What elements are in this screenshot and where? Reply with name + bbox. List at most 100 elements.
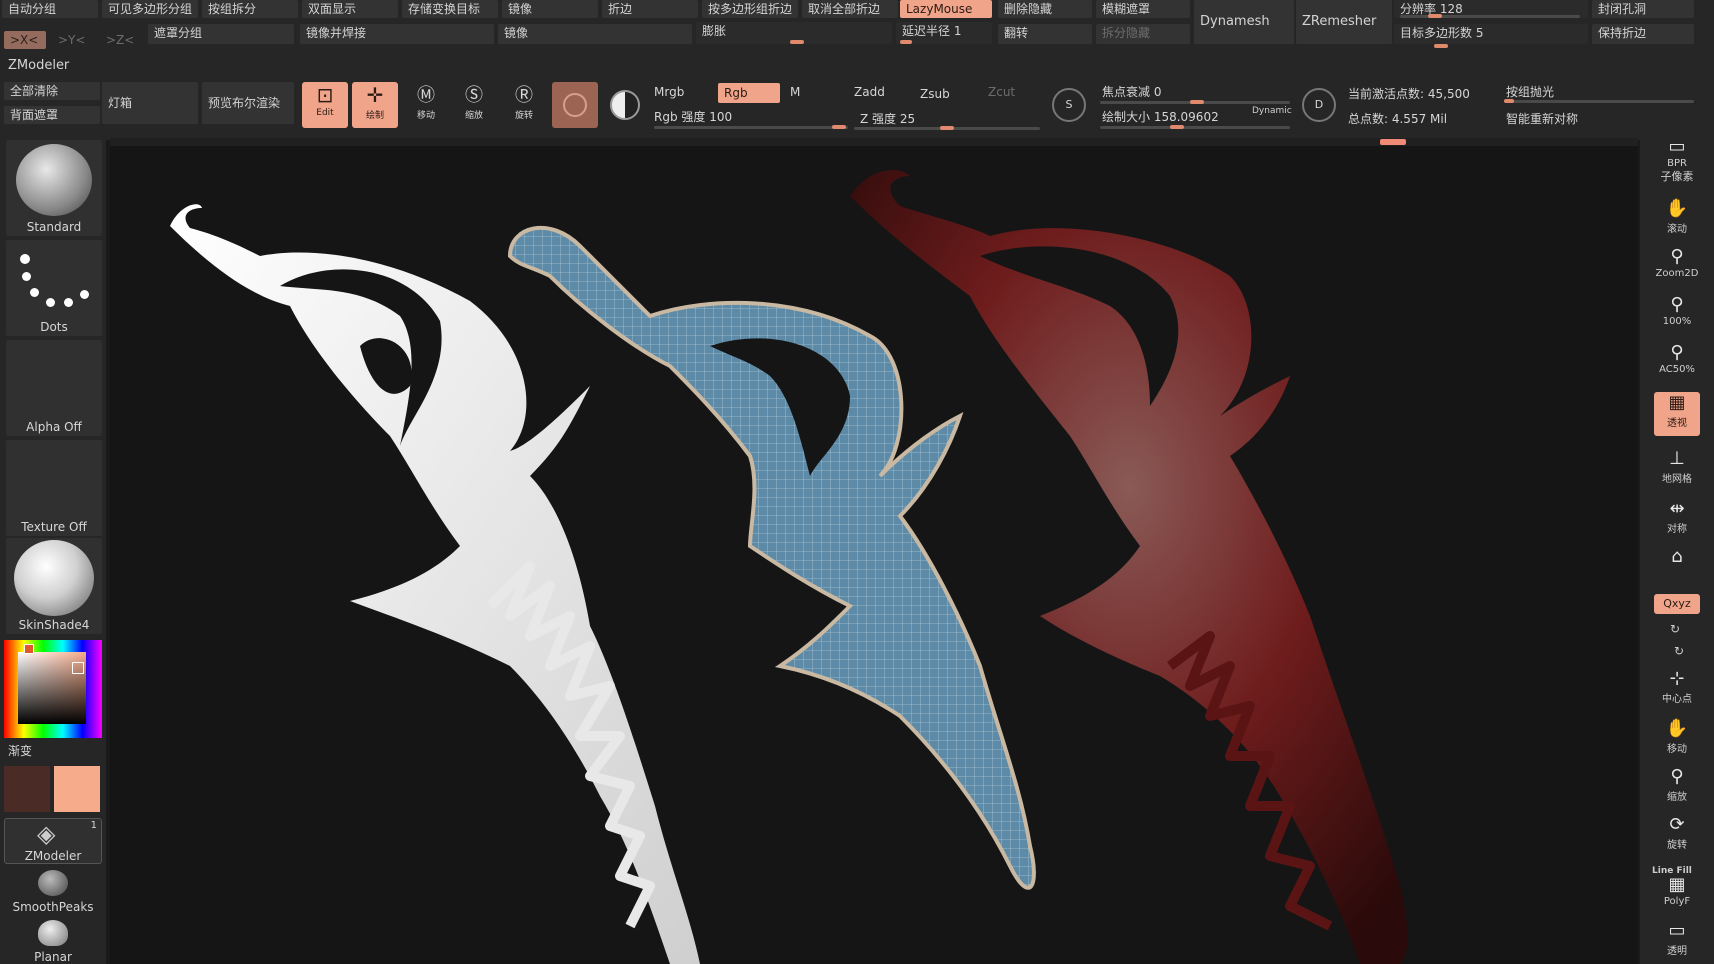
store-morph-button[interactable]: 存储变换目标 [402,0,498,18]
lightbox-button[interactable]: 灯箱 [102,82,198,124]
ac50-icon: ⚲ [1670,342,1684,363]
subpixel-button[interactable]: 子像素 [1654,168,1700,186]
split-hidden-button[interactable]: 拆分隐藏 [1096,24,1190,44]
mirror-button[interactable]: 镜像 [502,0,598,18]
zoom-view-button[interactable]: ⚲ 缩放 [1654,766,1700,806]
zmodeler-brush-button[interactable]: ◈ 1 ZModeler [4,818,102,864]
zoom100-button[interactable]: ⚲ 100% [1654,294,1700,334]
zoom-view-icon: ⚲ [1670,766,1684,787]
sym-z-button[interactable]: >Z< [100,31,142,49]
subpixel-icon: 子像素 [1660,170,1694,183]
planar-brush-button[interactable]: Planar [4,918,102,964]
canvas-scroll-strip[interactable] [110,138,1638,146]
zoom2d-button[interactable]: ⚲ Zoom2D [1654,246,1700,286]
polyf-icon: ▦ [1668,874,1686,895]
mrgb-button[interactable]: Mrgb [654,85,684,99]
mirror-button-2[interactable]: 镜像 [498,24,692,44]
bpr-preview-button[interactable]: 预览布尔渲染 [202,82,294,124]
zoom2d-icon: ⚲ [1670,246,1684,267]
smoothpeaks-brush-button[interactable]: SmoothPeaks [4,868,102,914]
canvas-scroll-handle[interactable] [1380,139,1406,145]
zadd-button[interactable]: Zadd [854,85,885,99]
gradient-label[interactable]: 渐变 [8,742,32,759]
groups-visible-button[interactable]: 可见多边形分组 [102,0,198,18]
ac50-button[interactable]: ⚲ AC50% [1654,342,1700,382]
canvas-viewport[interactable] [110,146,1638,964]
secondary-color-swatch[interactable] [4,766,50,812]
double-button[interactable]: 双面显示 [302,0,398,18]
color-marker-icon[interactable] [72,662,84,674]
scale-mode-button[interactable]: Ⓢ 缩放 [452,84,496,128]
texture-slot[interactable]: Texture Off [6,440,102,536]
perspective-button[interactable]: ▦ 透视 [1654,392,1700,436]
zcut-button[interactable]: Zcut [988,85,1015,99]
zremesher-button[interactable]: ZRemesher [1296,0,1392,44]
stroke-slot[interactable]: Dots [6,240,102,336]
total-points-readout: 总点数: 4.557 Mil [1348,112,1448,126]
alpha-slot[interactable]: Alpha Off [6,340,102,436]
blur-mask-button[interactable]: 模糊遮罩 [1096,0,1190,18]
rotate-mode-button[interactable]: Ⓡ 旋转 [502,84,546,128]
zmodeler-cube-icon: ◈ [37,820,56,848]
main-color-swatch[interactable] [54,766,100,812]
transparent-button[interactable]: ▭ 透明 [1654,920,1700,960]
brush-slot[interactable]: Standard [6,140,102,236]
rotate-z-icon[interactable]: ↻ [1674,644,1684,658]
center-button[interactable]: ⊹ 中心点 [1654,668,1700,708]
zsub-button[interactable]: Zsub [920,87,950,101]
draw-button[interactable]: ✛ 绘制 [352,82,398,128]
sym-y-button[interactable]: >Y< [52,31,94,49]
rotate-view-button[interactable]: ⟳ 旋转 [1654,814,1700,854]
crease-button[interactable]: 折边 [602,0,698,18]
flip-button[interactable]: 翻转 [998,24,1092,44]
color-picker[interactable] [4,640,102,738]
crease-pg-button[interactable]: 按多边形组折边 [702,0,798,18]
auto-groups-button[interactable]: 自动分组 [2,0,98,18]
move-view-icon: ✋ [1665,718,1689,739]
rotate-y-icon[interactable]: ↻ [1670,622,1680,636]
close-holes-button[interactable]: 封闭孔洞 [1592,0,1694,18]
edit-button[interactable]: ⊡ Edit [302,82,348,128]
symmetry-button[interactable]: ⇹ 对称 [1654,498,1700,538]
polish-groups-slider[interactable]: 按组抛光 [1506,83,1554,100]
transparent-icon: ▭ [1668,920,1686,941]
mirror-weld-button[interactable]: 镜像并焊接 [300,24,494,44]
active-points-readout: 当前激活点数: 45,500 [1348,87,1470,101]
move-view-button[interactable]: ✋ 移动 [1654,718,1700,758]
move-mode-button[interactable]: Ⓜ 移动 [404,84,448,128]
back-mask-button[interactable]: 背面遮罩 [4,106,100,124]
rgb-intensity-slider[interactable]: Rgb 强度 100 [654,108,732,125]
material-button[interactable] [552,82,598,128]
floor-button[interactable]: ⊥ 地网格 [1654,448,1700,488]
zbrush-sphere-button[interactable] [604,84,646,126]
hue-marker-icon[interactable] [24,644,34,654]
m-button[interactable]: M [790,85,800,99]
z-intensity-slider[interactable]: Z 强度 25 [860,110,915,127]
dynamesh-button[interactable]: Dynamesh [1194,0,1294,44]
uncrease-all-button[interactable]: 取消全部折边 [802,0,898,18]
keep-creases-button[interactable]: 保持折边 [1592,24,1694,44]
focal-shift-toggle[interactable]: S [1052,88,1086,122]
left-shelf: Standard Dots Alpha Off Texture Off Skin… [0,138,106,964]
lazymouse-button[interactable]: LazyMouse [900,0,992,18]
smart-resym-button[interactable]: 智能重新对称 [1506,110,1578,127]
skinshade-sphere-icon [14,540,94,616]
group-split-button[interactable]: 按组拆分 [202,0,298,18]
xyz-button[interactable]: Qxyz [1654,594,1700,614]
right-shelf: ▭ BPR 子像素 ✋ 滚动 ⚲ Zoom2D ⚲ 100% ⚲ AC50% ▦ 透视 ⊥ 地… [1640,128,1714,964]
dynamic-size-toggle[interactable]: D [1302,88,1336,122]
material-slot[interactable]: SkinShade4 [6,538,102,634]
polyf-button[interactable]: ▦ PolyF [1654,874,1700,914]
clear-all-button[interactable]: 全部清除 [4,82,100,100]
sym-x-button[interactable]: >X< [4,31,46,49]
scroll-button[interactable]: ✋ 滚动 [1654,198,1700,238]
dynamic-toggle[interactable]: Dynamic [1252,106,1292,116]
del-hidden-button[interactable]: 删除隐藏 [998,0,1092,18]
target-polycount-slider[interactable]: 目标多边形数 5 [1394,24,1588,44]
rgb-button[interactable]: Rgb [718,83,780,103]
mask-group-button[interactable]: 遮罩分组 [148,24,294,44]
local-button[interactable]: ⌂ [1654,546,1700,586]
draw-size-slider[interactable]: 绘制大小 158.09602 [1102,108,1219,125]
focal-shift-slider[interactable]: 焦点衰减 0 [1102,83,1161,100]
wireframe-sculpt-model [507,226,1036,890]
